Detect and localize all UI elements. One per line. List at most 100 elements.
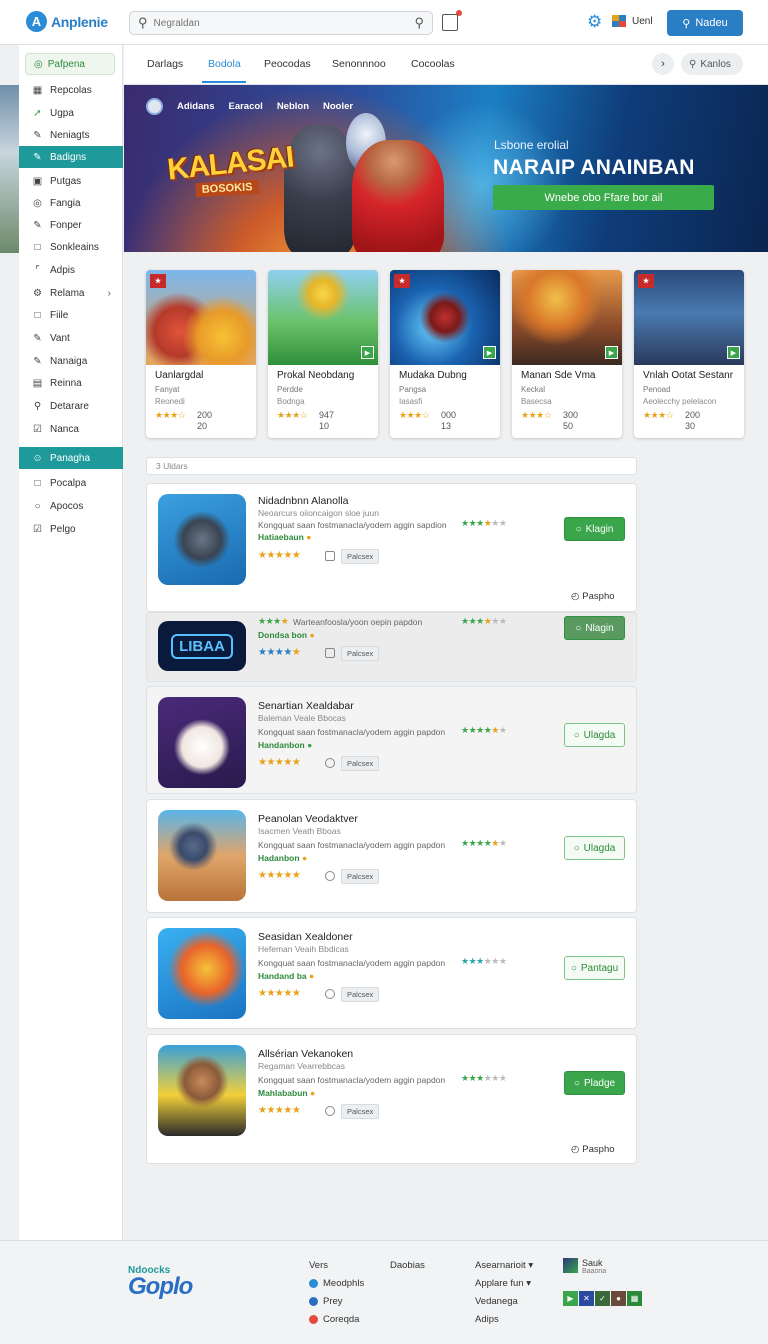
featured-card[interactable]: ▶ Prokal Neobdang Perdde Bodnga ★★★☆ 947… xyxy=(268,270,378,438)
sidebar-item-label: Pocalpa xyxy=(50,477,87,489)
tab-cocoolas[interactable]: Cocoolas xyxy=(411,58,455,70)
more-link[interactable]: ◴ Paspho xyxy=(571,591,615,602)
footer-logo[interactable]: Ndoocks Goplo xyxy=(128,1265,193,1299)
chevron-right-icon[interactable]: › xyxy=(652,53,674,75)
list-item[interactable]: Peanolan Veodaktver Isacmen Veath Bboas … xyxy=(146,799,637,913)
signin-button[interactable]: ⚲ Nadeu xyxy=(667,10,743,36)
sidebar-top-button[interactable]: ◎ Pafpena xyxy=(25,53,115,75)
sidebar-item-sonkleains[interactable]: □ Sonkleains xyxy=(19,236,123,258)
more-link[interactable]: ◴ Paspho xyxy=(571,1144,615,1155)
footer-link[interactable]: Vedanega xyxy=(475,1295,533,1307)
featured-card[interactable]: ★ ▶ Mudaka Dubng Pangsa Iasasfi ★★★☆ 000… xyxy=(390,270,500,438)
search-bar[interactable]: ⚲ ⚲ xyxy=(129,11,433,35)
card-title: Prokal Neobdang xyxy=(277,370,355,381)
install-button[interactable]: ○ Ulagda xyxy=(564,836,625,860)
tab-peocodas[interactable]: Peocodas xyxy=(264,58,311,70)
tab-search-button[interactable]: ⚲ Kanlos xyxy=(681,53,743,75)
notification-icon[interactable] xyxy=(442,10,462,31)
sidebar-item-repcolas[interactable]: ▦ Repcolas xyxy=(19,79,123,101)
hero-nav-item[interactable]: Nooler xyxy=(323,101,353,112)
social-icon[interactable]: ▶ xyxy=(563,1291,578,1306)
item-tag[interactable]: Palcsex xyxy=(341,987,380,1002)
tab-bodola[interactable]: Bodola xyxy=(208,58,241,70)
info-icon[interactable] xyxy=(325,551,335,561)
sidebar-item-nanca[interactable]: ☑ Nanca xyxy=(19,418,123,440)
sidebar-item-fonper[interactable]: ✎ Fonper xyxy=(19,214,123,236)
publisher-name: Handanbon xyxy=(258,740,305,750)
bracket-icon: ⌜ xyxy=(35,264,40,276)
featured-card[interactable]: ★ ▶ Vnlah Ootat Sestanr Penoad Aeolecchy… xyxy=(634,270,744,438)
more-label: Paspho xyxy=(582,1144,615,1155)
sidebar-item-relama[interactable]: ⚙ Relama › xyxy=(19,282,123,304)
sidebar-item-putgas[interactable]: ▣ Putgas xyxy=(19,170,123,192)
info-icon[interactable] xyxy=(325,989,335,999)
card-title: Manan Sde Vma xyxy=(521,370,596,381)
item-tag[interactable]: Palcsex xyxy=(341,646,380,661)
install-button[interactable]: ○ Klagin xyxy=(564,517,625,541)
sidebar-item-nanaiga[interactable]: ✎ Nanaiga xyxy=(19,350,123,372)
item-tag[interactable]: Palcsex xyxy=(341,1104,380,1119)
footer-link[interactable]: Applare fun ▾ xyxy=(475,1277,533,1289)
footer: Ndoocks Goplo Vers Meodphls Prey Coreqda… xyxy=(0,1240,768,1344)
footer-app-icon[interactable] xyxy=(563,1258,578,1273)
app-logo[interactable]: A Anplenie xyxy=(26,11,108,32)
hero-nav-item[interactable]: Neblon xyxy=(277,101,309,112)
footer-link[interactable]: Coreqda xyxy=(309,1313,364,1325)
hero-nav-item[interactable]: Adidans xyxy=(177,101,214,112)
social-icon[interactable]: ✕ xyxy=(579,1291,594,1306)
item-subtitle: Baleman Veale Bbocas xyxy=(258,713,346,723)
list-item[interactable]: Nidadnbnn Alanolla Neoarcurs oiioncaigon… xyxy=(146,483,637,612)
avatar[interactable] xyxy=(146,98,163,115)
info-icon[interactable] xyxy=(325,648,335,658)
sidebar-item-fangia[interactable]: ◎ Fangia xyxy=(19,192,123,214)
info-icon[interactable] xyxy=(325,758,335,768)
search-submit-icon[interactable]: ⚲ xyxy=(414,15,424,31)
social-icon[interactable]: ▦ xyxy=(627,1291,642,1306)
list-item[interactable]: Senartian Xealdabar Baleman Veale Bbocas… xyxy=(146,686,637,794)
install-button[interactable]: ○ Pantagu xyxy=(564,956,625,980)
sidebar-item-neniagts[interactable]: ✎ Neniagts xyxy=(19,124,123,146)
sidebar-item-adpis[interactable]: ⌜ Adpis xyxy=(19,259,123,281)
hero-nav-item[interactable]: Earacol xyxy=(228,101,262,112)
social-icon[interactable]: ● xyxy=(611,1291,626,1306)
sidebar-item-label: Putgas xyxy=(50,175,82,187)
install-button[interactable]: ○ Ulagda xyxy=(564,723,625,747)
featured-card[interactable]: ★ Uanlargdal Fanyat Reonedi ★★★☆ 200 20 xyxy=(146,270,256,438)
info-icon[interactable] xyxy=(325,1106,335,1116)
circle-icon: ○ xyxy=(34,500,41,512)
item-tag[interactable]: Palcsex xyxy=(341,869,380,884)
item-tag[interactable]: Palcsex xyxy=(341,549,380,564)
list-item[interactable]: LIBAA ★★★★ Warteanfoosla/yoon oepin papd… xyxy=(146,612,637,682)
footer-link[interactable]: Prey xyxy=(309,1295,364,1307)
sidebar-item-ugpa[interactable]: ➚ Ugpa xyxy=(19,102,123,124)
install-button[interactable]: ○ Pladge xyxy=(564,1071,625,1095)
sidebar-item-vant[interactable]: ✎ Vant xyxy=(19,327,123,349)
flag-icon[interactable] xyxy=(612,15,626,27)
search-input[interactable] xyxy=(153,17,415,29)
tab-darlags[interactable]: Darlags xyxy=(147,58,183,70)
footer-link[interactable]: Meodphls xyxy=(309,1277,364,1289)
list-item[interactable]: Allsérian Vekanoken Regaman Vearrebbcas … xyxy=(146,1034,637,1164)
gear-icon[interactable]: ⚙ xyxy=(587,12,602,32)
sidebar-item-fiile[interactable]: □ Fiile xyxy=(19,304,123,326)
language-label[interactable]: Uenl xyxy=(632,16,653,27)
item-tag[interactable]: Palcsex xyxy=(341,756,380,771)
check-icon: ● xyxy=(307,740,313,750)
featured-card[interactable]: ▶ Manan Sde Vma Keckal Basecsa ★★★☆ 300 … xyxy=(512,270,622,438)
sidebar-item-apocos[interactable]: ○ Apocos xyxy=(19,495,123,517)
sidebar-item-reinna[interactable]: ▤ Reinna xyxy=(19,372,123,394)
sidebar-item-pelgo[interactable]: ☑ Pelgo xyxy=(19,518,123,540)
info-icon[interactable] xyxy=(325,871,335,881)
social-icon[interactable]: ✓ xyxy=(595,1291,610,1306)
install-button[interactable]: ○ Nlagin xyxy=(564,616,625,640)
sidebar-item-badigns[interactable]: ✎ Badigns xyxy=(19,146,123,168)
footer-link[interactable]: Adips xyxy=(475,1313,533,1325)
hero-banner[interactable]: Adidans Earacol Neblon Nooler KALASAI BO… xyxy=(124,85,768,252)
hero-cta-button[interactable]: Wnebe obo Ffare bor ail xyxy=(493,185,714,210)
tab-senonnnoo[interactable]: Senonnnoo xyxy=(332,58,386,70)
footer-link[interactable]: Asearnarioit ▾ xyxy=(475,1259,533,1271)
list-item[interactable]: Seasidan Xealdoner Hefeman Veaih Bbdicas… xyxy=(146,917,637,1029)
sidebar-item-detarare[interactable]: ⚲ Detarare xyxy=(19,395,123,417)
sidebar-item-pocalpa[interactable]: □ Pocalpa xyxy=(19,472,123,494)
sidebar-section-panagha[interactable]: ☺ Panagha xyxy=(19,447,123,469)
